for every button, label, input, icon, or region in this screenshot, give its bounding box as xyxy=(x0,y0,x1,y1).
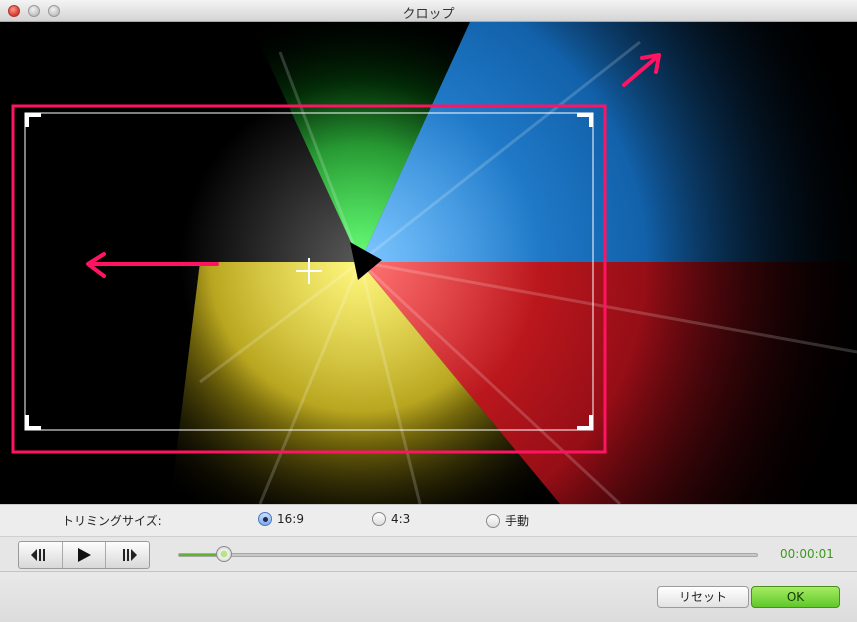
window-title: クロップ xyxy=(402,7,455,22)
radio-dot-icon xyxy=(486,513,500,528)
next-frame-icon xyxy=(122,549,137,561)
crop-window: クロップ トリミングサイズ: 16:9 4:3 手動 00:00:01 リセット… xyxy=(0,0,857,622)
seek-slider-thumb[interactable] xyxy=(216,546,233,562)
timecode: 00:00:01 xyxy=(780,547,834,561)
title-bar: クロップ xyxy=(0,0,857,22)
prev-frame-button[interactable] xyxy=(19,542,63,568)
trimming-size-label: トリミングサイズ: xyxy=(62,514,162,528)
radio-dot-icon xyxy=(258,512,272,526)
video-preview[interactable] xyxy=(0,22,857,504)
playback-row: 00:00:01 xyxy=(0,536,857,572)
radio-label: 手動 xyxy=(505,514,530,528)
next-frame-button[interactable] xyxy=(106,542,149,568)
radio-label: 16:9 xyxy=(277,512,304,526)
prev-frame-icon xyxy=(31,549,46,561)
radio-manual[interactable]: 手動 xyxy=(486,512,529,529)
trimming-size-row: トリミングサイズ: 16:9 4:3 手動 xyxy=(0,504,857,536)
seek-slider-track[interactable] xyxy=(178,553,758,557)
radio-dot-icon xyxy=(372,512,386,526)
ok-button[interactable]: OK xyxy=(751,586,840,608)
radio-label: 4:3 xyxy=(391,512,411,526)
play-icon xyxy=(78,548,91,562)
preview-canvas xyxy=(0,22,857,504)
radio-4-3[interactable]: 4:3 xyxy=(372,512,410,526)
playback-button-group xyxy=(18,541,150,569)
radio-16-9[interactable]: 16:9 xyxy=(258,512,304,526)
action-row: リセット OK xyxy=(0,572,857,622)
play-button[interactable] xyxy=(63,542,107,568)
reset-button[interactable]: リセット xyxy=(657,586,749,608)
